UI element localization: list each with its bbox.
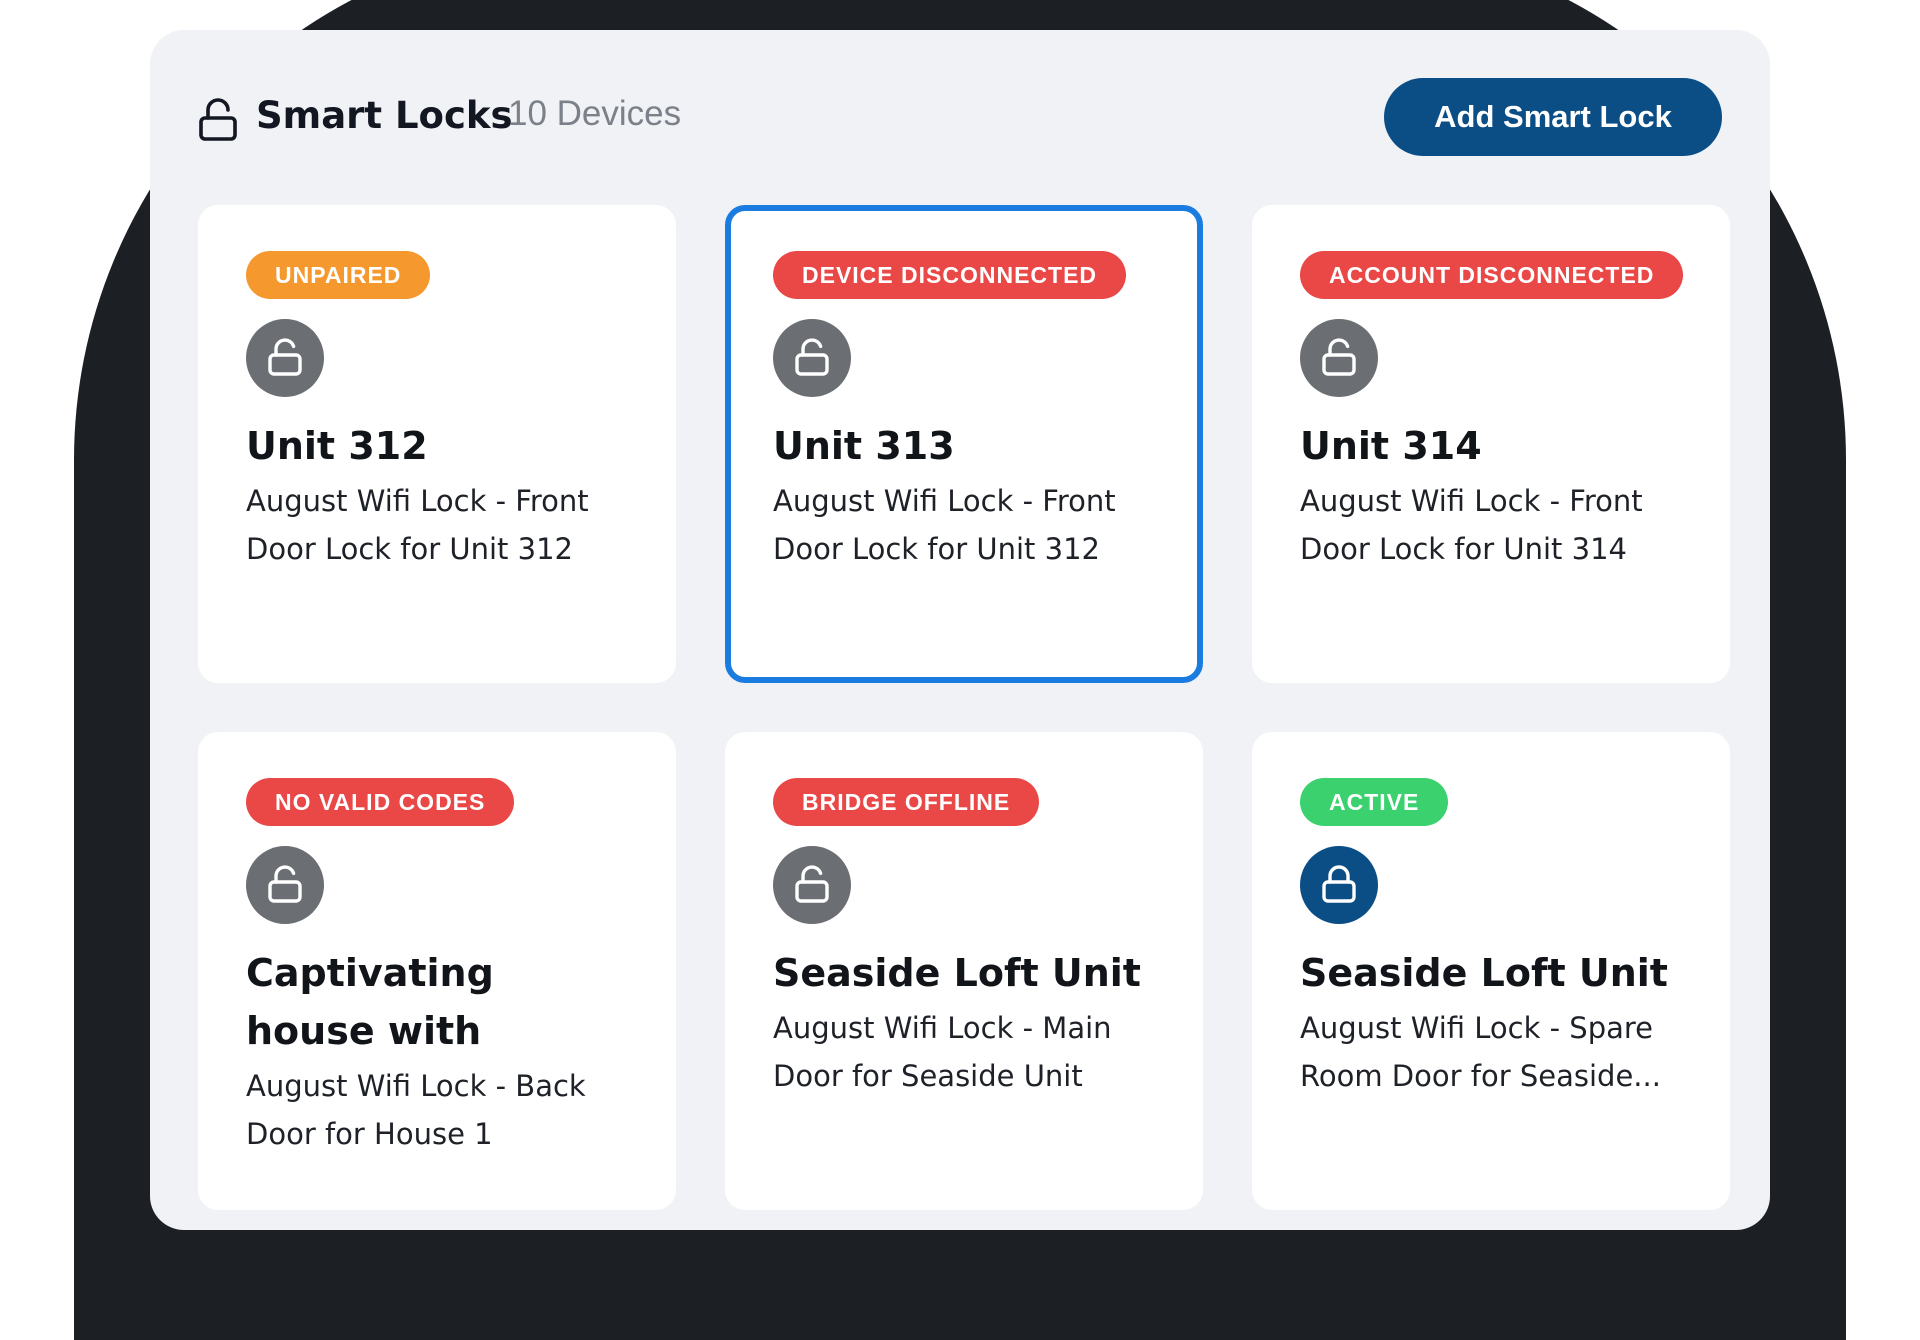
card-description: August Wifi Lock - Main Door for Seaside… bbox=[773, 1011, 1112, 1093]
panel-header: Smart Locks 10 Devices Add Smart Lock bbox=[198, 78, 1722, 158]
status-badge: BRIDGE OFFLINE bbox=[773, 778, 1040, 826]
card-description: August Wifi Lock - Front Door Lock for U… bbox=[246, 484, 589, 566]
locked-icon bbox=[1300, 846, 1378, 924]
unlocked-icon bbox=[246, 846, 324, 924]
card-title: Captivating house with gorgeous p... bbox=[246, 951, 494, 1053]
card-title: Seaside Loft Unit bbox=[773, 951, 1141, 995]
status-badge: ACTIVE bbox=[1300, 778, 1449, 826]
card-title: Unit 313 bbox=[773, 424, 955, 468]
status-badge: NO VALID CODES bbox=[246, 778, 515, 826]
card-title: Unit 314 bbox=[1300, 424, 1482, 468]
lock-card[interactable]: BRIDGE OFFLINE Seaside Loft Unit August … bbox=[725, 732, 1203, 1210]
unlocked-icon bbox=[1300, 319, 1378, 397]
lock-card[interactable]: ACCOUNT DISCONNECTED Unit 314 August Wif… bbox=[1252, 205, 1730, 683]
lock-card[interactable]: NO VALID CODES Captivating house with go… bbox=[198, 732, 676, 1210]
card-description: August Wifi Lock - Back Door for House 1 bbox=[246, 1069, 586, 1151]
unlocked-icon bbox=[773, 846, 851, 924]
status-badge: ACCOUNT DISCONNECTED bbox=[1300, 251, 1684, 299]
card-title: Seaside Loft Unit bbox=[1300, 951, 1668, 995]
page-title: Smart Locks bbox=[256, 94, 513, 137]
card-description: August Wifi Lock - Front Door Lock for U… bbox=[1300, 484, 1643, 566]
lock-card[interactable]: DEVICE DISCONNECTED Unit 313 August Wifi… bbox=[725, 205, 1203, 683]
card-description: August Wifi Lock - Front Door Lock for U… bbox=[773, 484, 1116, 566]
add-smart-lock-button[interactable]: Add Smart Lock bbox=[1384, 78, 1722, 156]
unlocked-icon bbox=[773, 319, 851, 397]
lock-card[interactable]: ACTIVE Seaside Loft Unit August Wifi Loc… bbox=[1252, 732, 1730, 1210]
lock-card[interactable]: UNPAIRED Unit 312 August Wifi Lock - Fro… bbox=[198, 205, 676, 683]
unlocked-icon bbox=[246, 319, 324, 397]
card-title: Unit 312 bbox=[246, 424, 428, 468]
card-description: August Wifi Lock - Spare Room Door for S… bbox=[1300, 1011, 1661, 1093]
device-count: 10 Devices bbox=[508, 94, 682, 133]
status-badge: UNPAIRED bbox=[246, 251, 431, 299]
smart-locks-panel: Smart Locks 10 Devices Add Smart Lock UN… bbox=[150, 30, 1770, 1230]
status-badge: DEVICE DISCONNECTED bbox=[773, 251, 1127, 299]
unlocked-icon bbox=[199, 98, 237, 141]
